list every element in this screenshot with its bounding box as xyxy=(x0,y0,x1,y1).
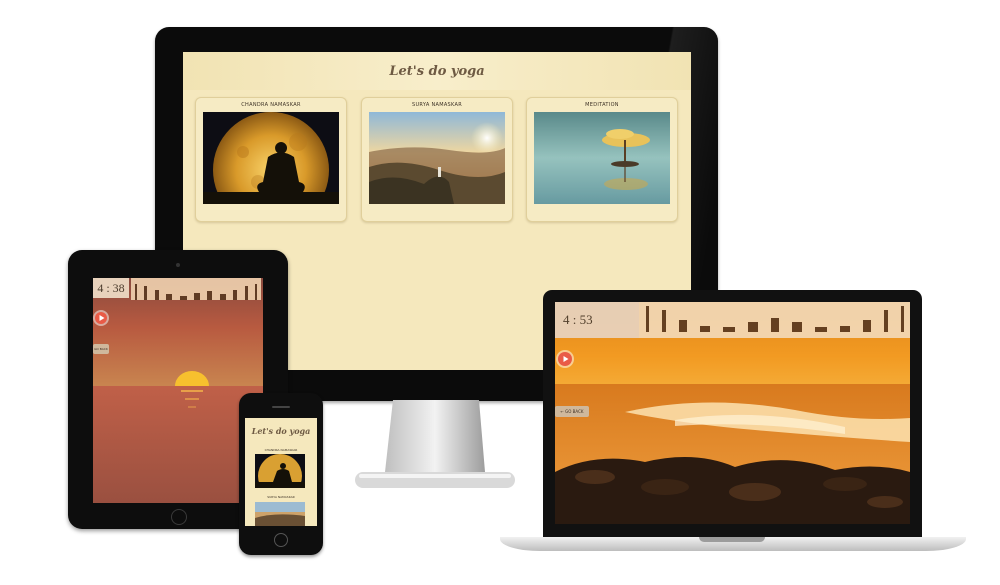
sea-sunset-background xyxy=(93,278,263,503)
speaker-icon xyxy=(272,406,290,408)
card-label: CHANDRA NAMASKAR xyxy=(264,448,298,452)
card-surya-namaskar[interactable]: SURYA NAMASKAR xyxy=(361,97,513,222)
tablet-screen: 4 : 38 GO BACK xyxy=(93,278,263,503)
lone-tree-reflection-image[interactable] xyxy=(534,112,670,204)
go-back-button[interactable]: ← GO BACK xyxy=(555,406,589,417)
laptop-screen: 4 : 53 ← GO BACK xyxy=(555,302,910,524)
home-button-icon[interactable] xyxy=(274,533,288,547)
site-title[interactable]: Let's do yoga xyxy=(245,426,317,436)
card-label: SURYA NAMASKAR xyxy=(411,102,463,108)
laptop-notch xyxy=(699,537,765,542)
go-back-button[interactable]: GO BACK xyxy=(93,344,109,354)
full-moon-meditation-image[interactable] xyxy=(255,454,305,488)
camera-icon xyxy=(176,263,180,267)
yoga-poses-strip xyxy=(131,278,261,300)
card-label: CHANDRA NAMASKAR xyxy=(241,102,301,108)
card-label: MEDITATION xyxy=(585,102,619,108)
timer-display: 4 : 53 xyxy=(555,302,639,338)
full-moon-meditation-image[interactable] xyxy=(203,112,339,204)
monitor-stand xyxy=(355,400,515,488)
mountain-sunrise-image[interactable] xyxy=(369,112,505,204)
yoga-poses-strip xyxy=(639,302,910,338)
play-button[interactable] xyxy=(95,312,107,324)
phone-screen: Let's do yoga CHANDRA NAMASKAR SURYA NAM… xyxy=(245,418,317,526)
card-chandra-namaskar[interactable]: CHANDRA NAMASKAR xyxy=(195,97,347,222)
play-button[interactable] xyxy=(558,352,572,366)
timer-display: 4 : 38 xyxy=(93,278,129,298)
card-label: SURYA NAMASKAR xyxy=(267,495,295,499)
mountain-sunrise-image[interactable] xyxy=(255,502,305,526)
site-title[interactable]: Let's do yoga xyxy=(183,64,691,79)
home-button-icon[interactable] xyxy=(171,509,187,525)
card-meditation[interactable]: MEDITATION xyxy=(526,97,678,222)
